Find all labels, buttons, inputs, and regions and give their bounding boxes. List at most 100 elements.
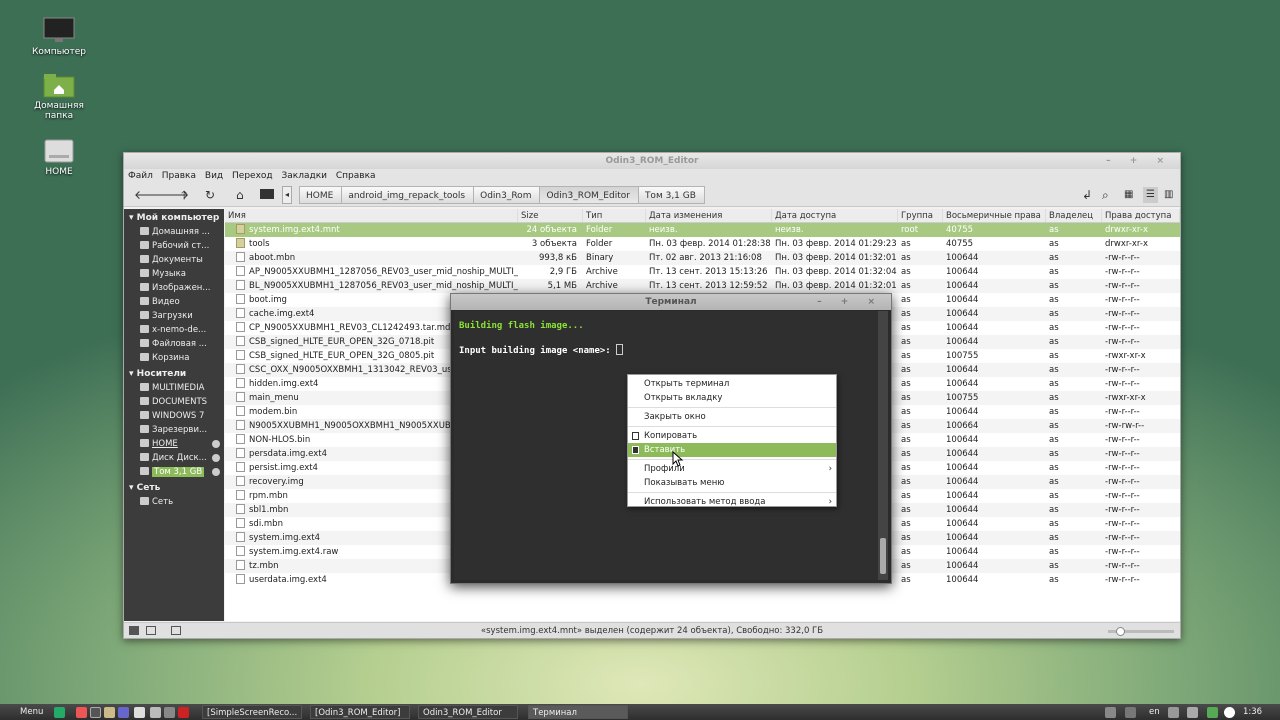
column-header-modified[interactable]: Дата изменения: [646, 209, 772, 222]
app-icon[interactable]: [150, 707, 161, 718]
terminal-titlebar[interactable]: Терминал – + ×: [451, 294, 891, 310]
menu-item-paste[interactable]: Вставить: [628, 443, 836, 457]
tray-icon[interactable]: [1125, 707, 1136, 718]
clock[interactable]: 1:36: [1243, 704, 1262, 720]
sidebar-toggle-icon[interactable]: [129, 626, 139, 635]
keyboard-layout[interactable]: en: [1149, 704, 1160, 720]
breadcrumb-home[interactable]: HOME: [299, 186, 343, 204]
show-desktop-icon[interactable]: [54, 707, 65, 718]
sidebar-item-windows7[interactable]: WINDOWS 7: [124, 409, 224, 423]
sidebar-item-filesystem[interactable]: Файловая ...: [124, 337, 224, 351]
app-icon[interactable]: [134, 707, 145, 718]
sidebar-item-volume[interactable]: Том 3,1 GB: [124, 465, 224, 479]
menu-item-copy[interactable]: Копировать: [628, 429, 836, 443]
taskbar-window-odin-editor[interactable]: [Odin3_ROM_Editor]: [310, 705, 410, 719]
update-icon[interactable]: [1207, 707, 1218, 718]
breadcrumb-odin3-rom[interactable]: Odin3_Rom: [473, 186, 541, 204]
taskbar-window-odin-editor-2[interactable]: Odin3_ROM_Editor: [418, 705, 518, 719]
window-controls[interactable]: – + ×: [817, 294, 883, 310]
sidebar-item-nemo-desktop[interactable]: x-nemo-de...: [124, 323, 224, 337]
menu-item-open-terminal[interactable]: Открыть терминал: [628, 377, 836, 391]
volume-icon[interactable]: [1187, 707, 1198, 718]
panel-toggle-icon[interactable]: [171, 626, 181, 635]
sidebar-item-trash[interactable]: Корзина: [124, 351, 224, 365]
eject-icon[interactable]: [212, 468, 220, 476]
home-icon[interactable]: ⌂: [236, 187, 244, 203]
desktop-icon-home-drive[interactable]: HOME: [19, 138, 99, 177]
sidebar-item-multimedia[interactable]: MULTIMEDIA: [124, 381, 224, 395]
taskbar-window-screenrecorder[interactable]: [SimpleScreenReco...: [202, 705, 302, 719]
sidebar-item-videos[interactable]: Видео: [124, 295, 224, 309]
desktop-icon-home-folder[interactable]: Домашняя папка: [19, 72, 99, 121]
network-icon[interactable]: [1168, 707, 1179, 718]
column-header-accessed[interactable]: Дата доступа: [772, 209, 898, 222]
start-menu-button[interactable]: Menu: [20, 704, 43, 720]
tray-icon[interactable]: [1105, 707, 1116, 718]
sidebar-item-desktop[interactable]: Рабочий ст...: [124, 239, 224, 253]
sidebar-item-disk[interactable]: Диск Диск...: [124, 451, 224, 465]
column-header-size[interactable]: Size: [518, 209, 583, 222]
menu-bookmarks[interactable]: Закладки: [282, 171, 328, 181]
table-row[interactable]: aboot.mbn 993,8 кБ Binary Пт. 02 авг. 2013 …: [225, 251, 1180, 265]
table-row[interactable]: system.img.ext4.mnt 24 объекта Folder неизв…: [225, 223, 1180, 237]
menu-go[interactable]: Переход: [232, 171, 273, 181]
column-header-owner[interactable]: Владелец: [1046, 209, 1102, 222]
browser-icon[interactable]: [76, 707, 87, 718]
menu-edit[interactable]: Правка: [162, 171, 196, 181]
breadcrumb-android-tools[interactable]: android_img_repack_tools: [341, 186, 475, 204]
breadcrumb-volume[interactable]: Том 3,1 GB: [637, 186, 705, 204]
sidebar-item-documents-drive[interactable]: DOCUMENTS: [124, 395, 224, 409]
menu-item-show-menu[interactable]: Показывать меню: [628, 476, 836, 490]
column-header-type[interactable]: Тип: [583, 209, 646, 222]
sidebar-item-home[interactable]: Домашняя ...: [124, 225, 224, 239]
menu-item-profiles[interactable]: Профили ›: [628, 462, 836, 476]
window-titlebar[interactable]: Odin3_ROM_Editor – + ×: [124, 153, 1180, 169]
sidebar-section-devices[interactable]: ▾ Носители: [124, 365, 224, 381]
sidebar-item-pictures[interactable]: Изображен...: [124, 281, 224, 295]
app-icon[interactable]: [118, 707, 129, 718]
toggle-location-icon[interactable]: ◂: [282, 186, 292, 204]
up-arrow-icon[interactable]: 🡑: [181, 187, 187, 203]
column-header-permissions[interactable]: Права доступа: [1102, 209, 1180, 222]
eject-icon[interactable]: [212, 454, 220, 462]
tree-toggle-icon[interactable]: [146, 626, 156, 635]
sidebar-item-downloads[interactable]: Загрузки: [124, 309, 224, 323]
zoom-slider[interactable]: [1108, 627, 1174, 636]
sidebar-section-network[interactable]: ▾ Сеть: [124, 479, 224, 495]
ati-icon[interactable]: [178, 707, 189, 718]
computer-icon[interactable]: [260, 189, 274, 199]
breadcrumb-odin3-rom-editor[interactable]: Odin3_ROM_Editor: [539, 186, 639, 204]
terminal-scrollbar[interactable]: [878, 311, 888, 580]
menu-help[interactable]: Справка: [336, 171, 376, 181]
menu-item-input-method[interactable]: Использовать метод ввода ›: [628, 495, 836, 509]
table-row[interactable]: tools 3 объекта Folder Пн. 03 февр. 2014 01…: [225, 237, 1180, 251]
sidebar-item-documents[interactable]: Документы: [124, 253, 224, 267]
table-row[interactable]: AP_N9005XXUBMH1_1287056_REV03_user_mid_n…: [225, 265, 1180, 279]
taskbar-window-terminal[interactable]: Терминал: [528, 705, 628, 719]
column-header-group[interactable]: Группа: [898, 209, 943, 222]
sidebar-item-music[interactable]: Музыка: [124, 267, 224, 281]
column-header-name[interactable]: Имя: [225, 209, 518, 222]
menu-view[interactable]: Вид: [205, 171, 223, 181]
sidebar-item-home-drive[interactable]: HOME: [124, 437, 224, 451]
grid-view-icon[interactable]: ▦: [1124, 187, 1133, 203]
sidebar-item-network[interactable]: Сеть: [124, 495, 224, 509]
sidebar-section-computer[interactable]: ▾ Мой компьютер: [124, 209, 224, 225]
menu-item-open-tab[interactable]: Открыть вкладку: [628, 391, 836, 405]
menu-item-close-window[interactable]: Закрыть окно: [628, 410, 836, 424]
window-controls[interactable]: – + ×: [1106, 153, 1172, 169]
search-icon[interactable]: ⌕: [1102, 187, 1109, 203]
list-view-icon[interactable]: ☰: [1143, 187, 1158, 203]
eject-icon[interactable]: [212, 440, 220, 448]
app-icon[interactable]: [164, 707, 175, 718]
menu-file[interactable]: Файл: [128, 171, 153, 181]
terminal-icon[interactable]: ↲: [1082, 187, 1092, 203]
compact-view-icon[interactable]: ▥: [1164, 187, 1173, 203]
sidebar-item-reserved[interactable]: Зарезерви...: [124, 423, 224, 437]
files-icon[interactable]: [104, 707, 115, 718]
desktop-icon-computer[interactable]: Компьютер: [19, 16, 99, 57]
column-header-octal[interactable]: Восьмеричные права: [943, 209, 1046, 222]
terminal-launcher-icon[interactable]: [90, 707, 101, 718]
reload-icon[interactable]: ↻: [205, 187, 215, 203]
table-row[interactable]: BL_N9005XXUBMH1_1287056_REV03_user_mid_n…: [225, 279, 1180, 293]
